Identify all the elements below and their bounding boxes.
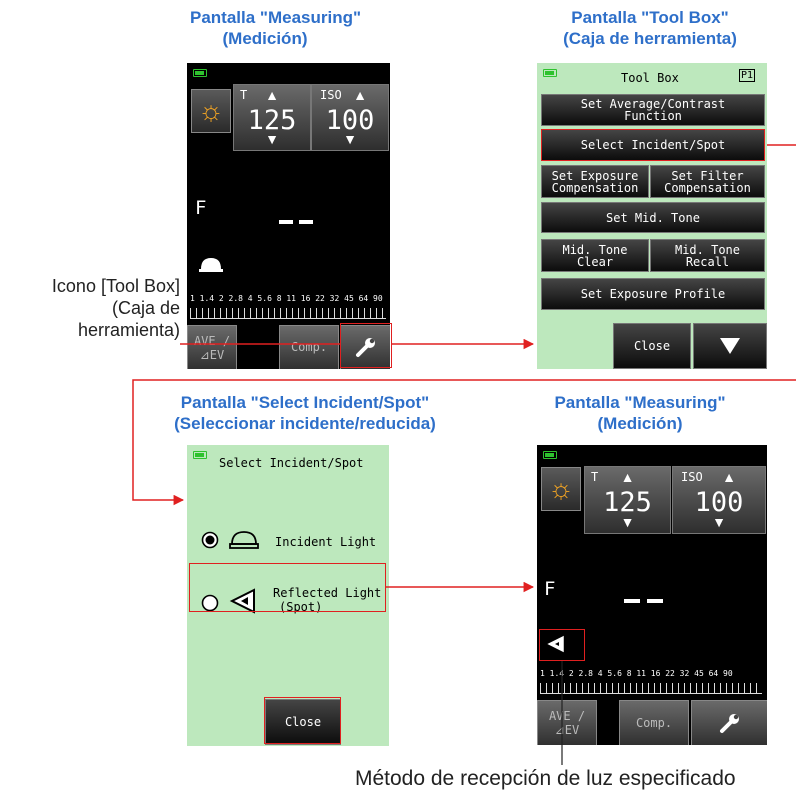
arrow-to-select-screen [132,379,796,506]
connector-arrows [132,144,796,765]
